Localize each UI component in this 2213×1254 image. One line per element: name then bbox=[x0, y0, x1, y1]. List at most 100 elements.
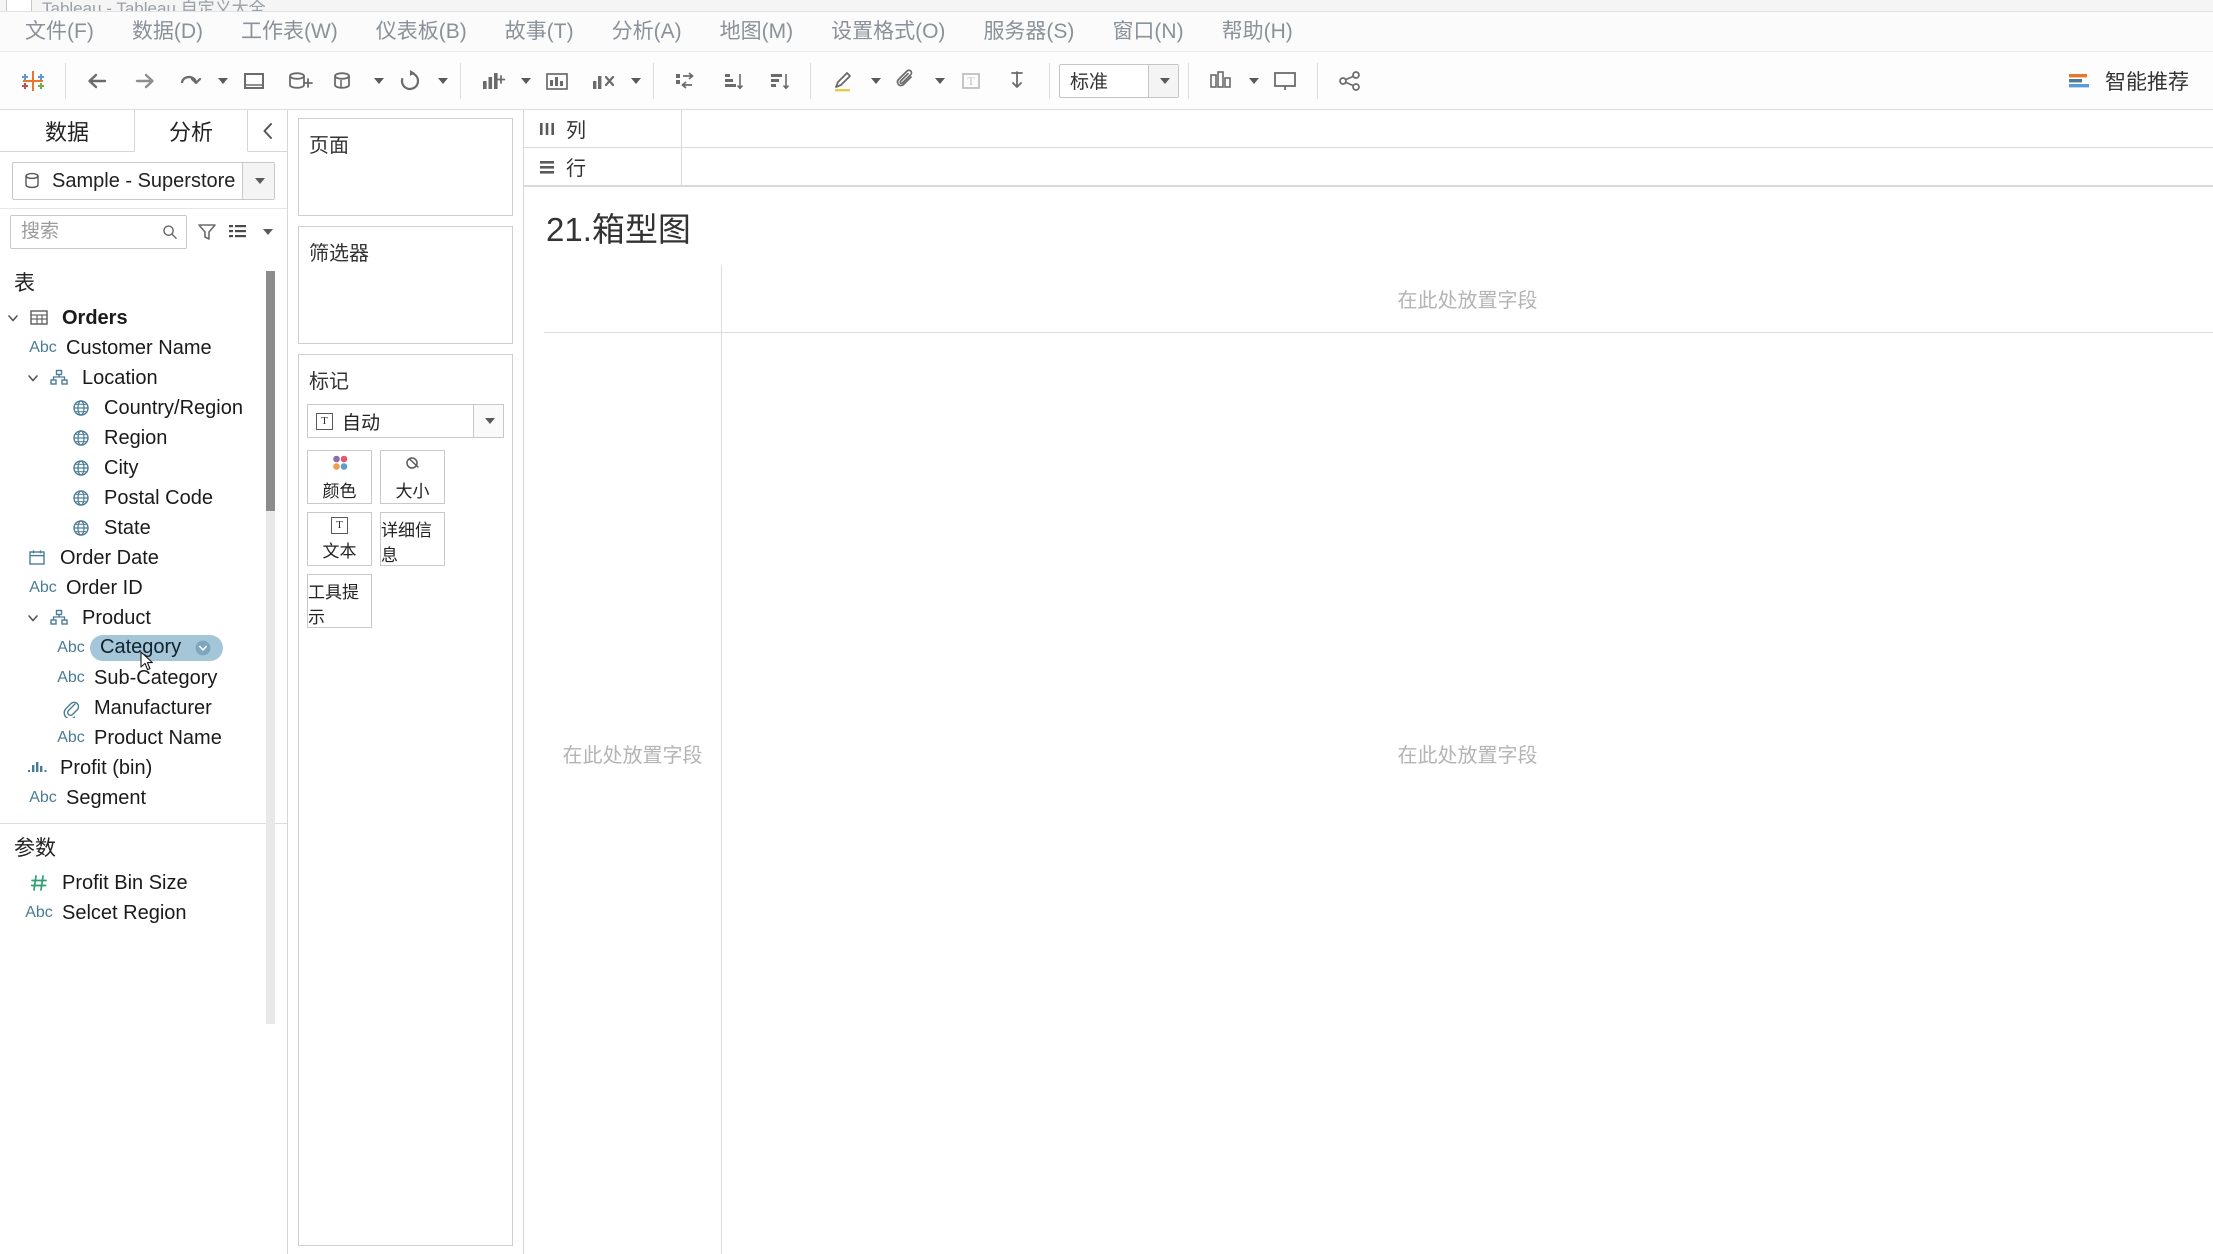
new-worksheet-icon[interactable] bbox=[323, 58, 369, 104]
menu-window[interactable]: 窗口(N) bbox=[1093, 12, 1202, 52]
toolbar-divider-2 bbox=[460, 62, 461, 99]
fix-axes-icon[interactable] bbox=[994, 58, 1040, 104]
field-row[interactable]: Postal Code bbox=[0, 483, 287, 513]
field-row-category[interactable]: Abc Category bbox=[0, 633, 287, 671]
worksheet-title[interactable]: 21.箱型图 bbox=[546, 203, 691, 251]
show-me-icon[interactable] bbox=[1198, 58, 1244, 104]
smart-recommendation-button[interactable]: 智能推荐 bbox=[2065, 66, 2203, 96]
field-display-options-button[interactable] bbox=[227, 217, 249, 247]
redo-icon[interactable] bbox=[121, 58, 167, 104]
field-row[interactable]: Abc Customer Name bbox=[0, 333, 287, 363]
field-row[interactable]: Profit (bin) bbox=[0, 753, 287, 783]
sort-ascending-icon[interactable] bbox=[709, 58, 755, 104]
toolbar-divider-3 bbox=[653, 62, 654, 99]
field-row[interactable]: Abc Segment bbox=[0, 783, 287, 813]
field-display-dropdown[interactable] bbox=[258, 217, 275, 247]
rows-shelf[interactable]: 行 bbox=[524, 148, 2213, 186]
marks-text-button[interactable]: T 文本 bbox=[307, 512, 372, 566]
show-me-dropdown[interactable] bbox=[1244, 58, 1262, 104]
row-header-dropzone[interactable]: 在此处放置字段 bbox=[544, 333, 722, 1254]
show-start-page-icon[interactable] bbox=[534, 58, 580, 104]
menu-story[interactable]: 故事(T) bbox=[486, 12, 593, 52]
search-box[interactable] bbox=[10, 215, 188, 249]
field-row[interactable]: Product bbox=[0, 603, 287, 633]
marks-tooltip-button[interactable]: 工具提示 bbox=[307, 574, 372, 628]
group-members-icon[interactable] bbox=[884, 58, 930, 104]
chevron-down-icon[interactable] bbox=[22, 611, 44, 625]
field-row[interactable]: Orders bbox=[0, 303, 287, 333]
menu-map[interactable]: 地图(M) bbox=[701, 12, 812, 52]
menu-data[interactable]: 数据(D) bbox=[113, 12, 222, 52]
menu-analysis[interactable]: 分析(A) bbox=[593, 12, 701, 52]
columns-shelf-dropzone[interactable] bbox=[682, 110, 2213, 147]
datasource-dropdown-icon[interactable] bbox=[242, 163, 274, 199]
columns-shelf[interactable]: 列 bbox=[524, 110, 2213, 148]
marks-size-button[interactable]: 大小 bbox=[380, 450, 445, 504]
refresh-workbook-dropdown[interactable] bbox=[213, 58, 231, 104]
menu-file[interactable]: 文件(F) bbox=[6, 12, 113, 52]
pages-card[interactable]: 页面 bbox=[298, 118, 513, 216]
filters-label: 筛选器 bbox=[309, 243, 369, 265]
datasource-row: Sample - Superstore bbox=[0, 152, 287, 208]
filters-card[interactable]: 筛选器 bbox=[298, 226, 513, 344]
show-mark-labels-icon[interactable]: T bbox=[948, 58, 994, 104]
tab-analytics[interactable]: 分析 bbox=[134, 110, 249, 152]
field-row[interactable]: Abc Order ID bbox=[0, 573, 287, 603]
field-row[interactable]: Region bbox=[0, 423, 287, 453]
field-list-scrollbar-thumb[interactable] bbox=[266, 271, 275, 511]
collapse-pane-button[interactable] bbox=[248, 110, 287, 151]
filter-fields-button[interactable] bbox=[196, 217, 218, 247]
tab-data[interactable]: 数据 bbox=[0, 110, 134, 151]
menu-worksheet[interactable]: 工作表(W) bbox=[222, 12, 357, 52]
search-input[interactable] bbox=[21, 221, 161, 243]
field-row[interactable]: Abc Sub-Category bbox=[0, 663, 287, 693]
column-header-dropzone[interactable]: 在此处放置字段 bbox=[722, 265, 2213, 333]
chevron-down-icon[interactable] bbox=[2, 311, 24, 325]
field-row[interactable]: Abc Product Name bbox=[0, 723, 287, 753]
group-members-dropdown[interactable] bbox=[930, 58, 948, 104]
clear-worksheet-icon[interactable] bbox=[580, 58, 626, 104]
fit-select[interactable]: 标准 bbox=[1059, 63, 1179, 98]
sort-descending-icon[interactable] bbox=[755, 58, 801, 104]
marks-detail-button[interactable]: 详细信息 bbox=[380, 512, 445, 566]
datasource-selector[interactable]: Sample - Superstore bbox=[12, 162, 275, 200]
field-row[interactable]: Country/Region bbox=[0, 393, 287, 423]
menu-server[interactable]: 服务器(S) bbox=[964, 12, 1093, 52]
clear-sheet-dropdown[interactable] bbox=[516, 58, 534, 104]
plot-dropzone[interactable]: 在此处放置字段 bbox=[722, 333, 2213, 1254]
clear-worksheet-dropdown[interactable] bbox=[626, 58, 644, 104]
worksheet-canvas[interactable]: 21.箱型图 在此处放置字段 在此处放置字段 在此处放置字段 bbox=[524, 186, 2213, 1254]
chevron-down-icon[interactable] bbox=[22, 371, 44, 385]
highlight-icon[interactable] bbox=[820, 58, 866, 104]
save-icon[interactable] bbox=[231, 58, 277, 104]
refresh-data-source-icon[interactable] bbox=[387, 58, 433, 104]
share-icon[interactable] bbox=[1327, 58, 1373, 104]
field-row[interactable]: Manufacturer bbox=[0, 693, 287, 723]
highlight-dropdown[interactable] bbox=[866, 58, 884, 104]
field-list-scrollbar[interactable] bbox=[266, 271, 275, 1024]
menu-format[interactable]: 设置格式(O) bbox=[812, 12, 964, 52]
presentation-mode-icon[interactable] bbox=[1262, 58, 1308, 104]
parameter-row[interactable]: Abc Selcet Region bbox=[0, 898, 287, 928]
marks-color-button[interactable]: 颜色 bbox=[307, 450, 372, 504]
swap-rows-columns-icon[interactable] bbox=[663, 58, 709, 104]
clear-sheet-icon[interactable] bbox=[470, 58, 516, 104]
menu-help[interactable]: 帮助(H) bbox=[1203, 12, 1312, 52]
rows-shelf-dropzone[interactable] bbox=[682, 148, 2213, 185]
field-row[interactable]: Location bbox=[0, 363, 287, 393]
mark-type-selector[interactable]: T 自动 bbox=[307, 404, 504, 438]
selected-field-pill[interactable]: Category bbox=[90, 635, 224, 661]
new-data-source-icon[interactable] bbox=[277, 58, 323, 104]
undo-icon[interactable] bbox=[75, 58, 121, 104]
mark-type-dropdown-icon[interactable] bbox=[473, 405, 503, 437]
field-row[interactable]: Order Date bbox=[0, 543, 287, 573]
field-dropdown-icon[interactable] bbox=[195, 640, 211, 656]
refresh-data-source-dropdown[interactable] bbox=[433, 58, 451, 104]
menu-dashboard[interactable]: 仪表板(B) bbox=[357, 12, 486, 52]
new-worksheet-dropdown[interactable] bbox=[369, 58, 387, 104]
field-row[interactable]: State bbox=[0, 513, 287, 543]
refresh-workbook-icon[interactable] bbox=[167, 58, 213, 104]
parameter-row[interactable]: Profit Bin Size bbox=[0, 868, 287, 898]
tableau-logo-icon[interactable] bbox=[10, 58, 56, 104]
field-row[interactable]: City bbox=[0, 453, 287, 483]
